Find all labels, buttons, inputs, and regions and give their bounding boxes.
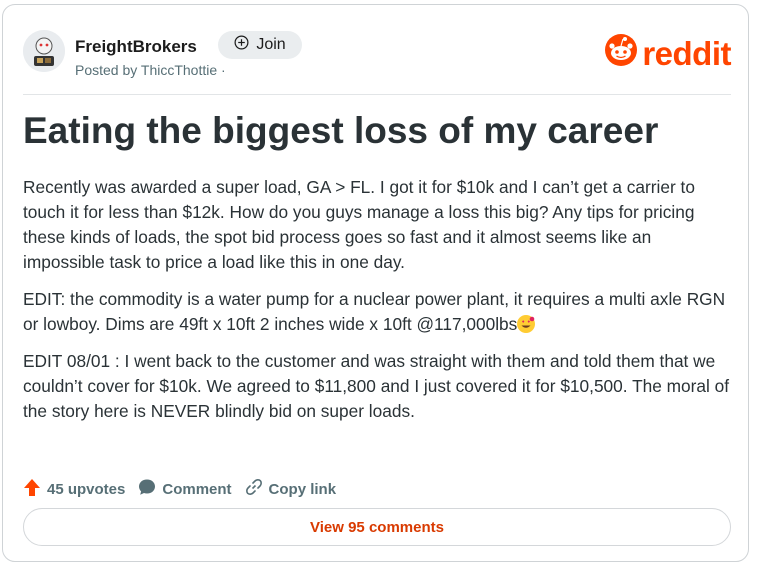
- join-label: Join: [256, 36, 286, 53]
- join-button[interactable]: Join: [218, 31, 302, 59]
- posted-by: Posted by ThiccThottie ·: [75, 62, 226, 78]
- upvote-arrow-icon: [23, 478, 41, 501]
- post-header: FreightBrokers Join Posted by ThiccThott…: [23, 27, 731, 87]
- comment-button[interactable]: Comment: [138, 478, 232, 500]
- subreddit-avatar[interactable]: [23, 30, 65, 72]
- reddit-wordmark: reddit: [642, 35, 731, 72]
- reddit-snoo-icon: [604, 33, 638, 75]
- comment-label: Comment: [162, 480, 232, 498]
- subreddit-name[interactable]: FreightBrokers: [75, 37, 197, 57]
- post-card: FreightBrokers Join Posted by ThiccThott…: [2, 4, 749, 562]
- upvote-count: 45 upvotes: [47, 480, 126, 498]
- post-body: Recently was awarded a super load, GA > …: [23, 175, 735, 436]
- upvote-button[interactable]: 45 upvotes: [23, 478, 125, 501]
- link-icon: [245, 478, 263, 500]
- post-actions: 45 upvotes Comment Copy link: [23, 477, 349, 501]
- view-comments-button[interactable]: View 95 comments: [23, 508, 731, 546]
- plus-circle-icon: [234, 35, 249, 55]
- reddit-logo[interactable]: reddit: [604, 33, 731, 75]
- header-divider: [23, 94, 731, 95]
- comment-bubble-icon: [138, 478, 156, 500]
- copy-link-button[interactable]: Copy link: [245, 478, 337, 500]
- post-paragraph: EDIT: the commodity is a water pump for …: [23, 287, 735, 337]
- copy-link-label: Copy link: [268, 480, 337, 498]
- post-title: Eating the biggest loss of my career: [23, 110, 659, 151]
- post-paragraph: EDIT 08/01 : I went back to the customer…: [23, 351, 730, 421]
- post-paragraph: Recently was awarded a super load, GA > …: [23, 177, 695, 272]
- post-paragraph-text: EDIT: the commodity is a water pump for …: [23, 289, 726, 334]
- grinning-heart-eyes-emoji: [517, 315, 536, 333]
